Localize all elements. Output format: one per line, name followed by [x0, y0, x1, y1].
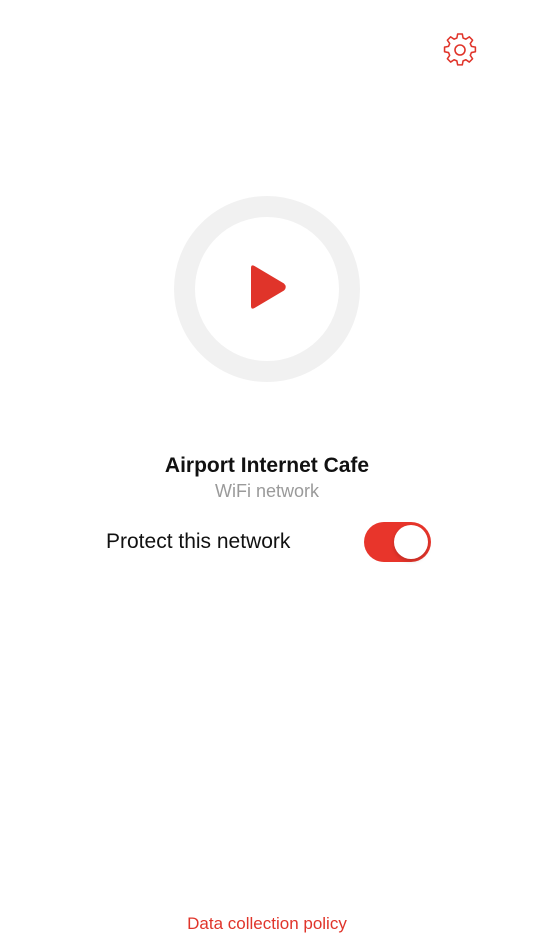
gear-icon: [443, 32, 477, 72]
network-type: WiFi network: [214, 481, 319, 501]
network-name: Airport Internet Cafe: [164, 454, 370, 477]
data-collection-policy-link[interactable]: Data collection policy: [0, 912, 534, 936]
protect-network-label: Protect this network: [106, 530, 291, 553]
settings-button[interactable]: [442, 32, 478, 72]
play-icon: [245, 264, 289, 315]
connect-play-button[interactable]: [174, 196, 360, 382]
toggle-knob: [394, 525, 428, 559]
protect-network-toggle[interactable]: [364, 522, 431, 562]
